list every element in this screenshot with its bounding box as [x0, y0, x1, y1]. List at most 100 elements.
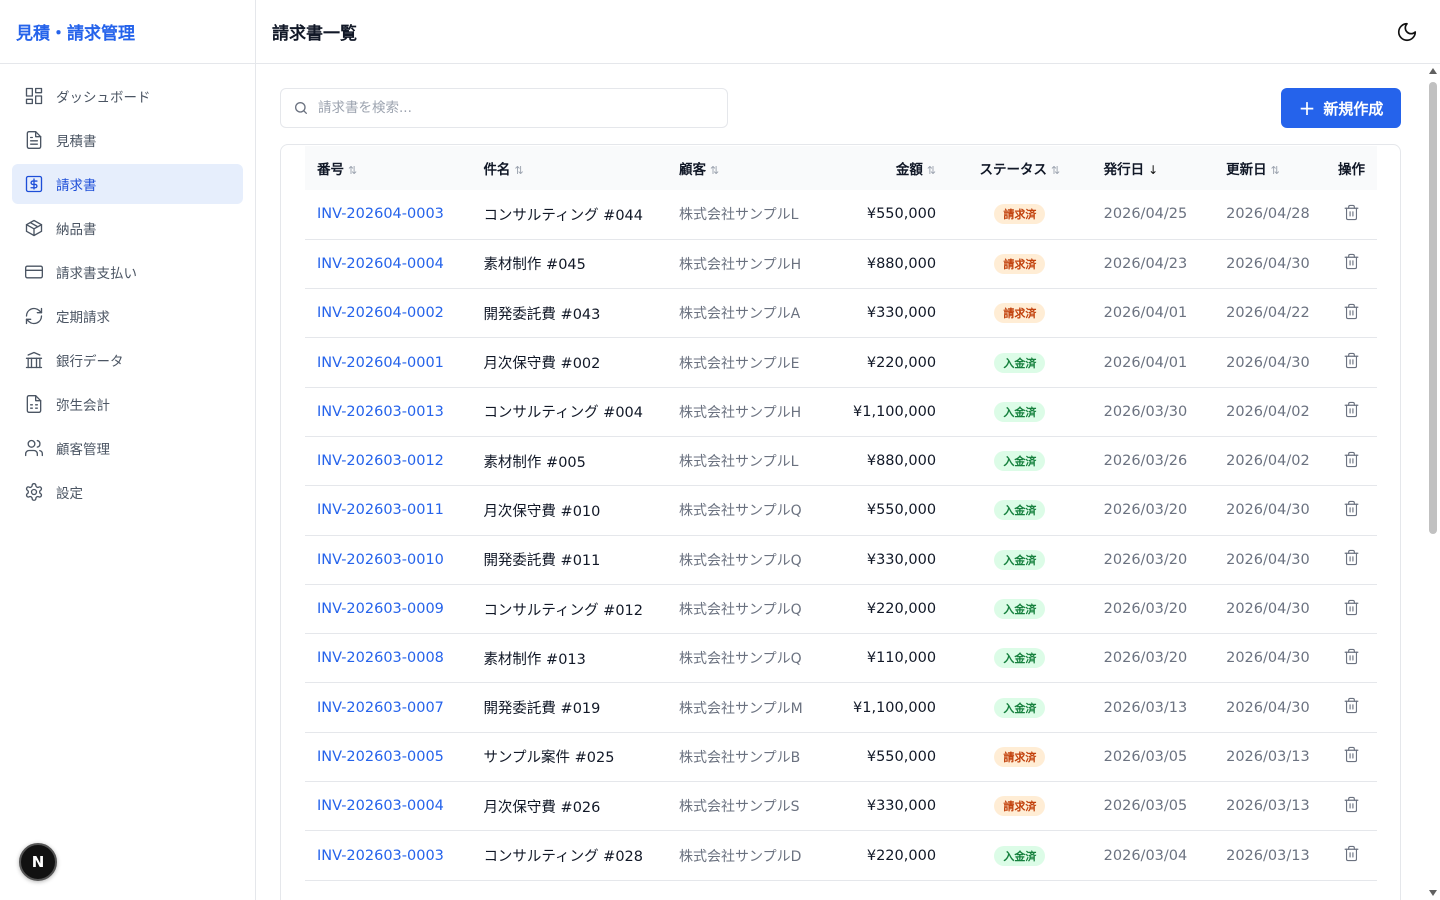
- invoice-number-link[interactable]: INV-202604-0003: [317, 206, 444, 222]
- invoice-client: 株式会社サンプルQ: [679, 552, 802, 569]
- delete-button[interactable]: [1326, 584, 1377, 633]
- dev-tools-badge[interactable]: N: [19, 843, 57, 881]
- sidebar-item-7[interactable]: 弥生会計: [12, 384, 243, 424]
- sidebar-nav: ダッシュボード 見積書 請求書納品書請求書支払い定期請求 銀行データ 弥生会計 顧客管理設…: [0, 64, 255, 528]
- updated-date: 2026/04/30: [1226, 354, 1310, 371]
- invoice-number-link[interactable]: INV-202603-0003: [317, 848, 444, 864]
- spreadsheet-icon: [24, 394, 44, 414]
- col-subject[interactable]: 件名 ⇅: [471, 146, 667, 190]
- delete-button[interactable]: [1326, 782, 1377, 831]
- sidebar-item-3[interactable]: 納品書: [12, 208, 243, 248]
- delete-button[interactable]: [1326, 190, 1377, 239]
- sidebar-item-0[interactable]: ダッシュボード: [12, 76, 243, 116]
- delete-button[interactable]: [1326, 239, 1377, 288]
- sidebar-item-label: 納品書: [56, 222, 97, 238]
- search-input[interactable]: [318, 100, 708, 116]
- invoice-subject: 開発委託費 #043: [483, 306, 601, 323]
- updated-date: 2026/04/30: [1226, 601, 1310, 618]
- invoice-number-link[interactable]: INV-202603-0011: [317, 502, 444, 518]
- delete-button[interactable]: [1326, 683, 1377, 732]
- invoice-table: 番号 ⇅ 件名 ⇅ 顧客 ⇅ 金額 ⇅ ステータス ⇅ 発行日 ↓ 更新日 ⇅ 操作 INV-…: [305, 146, 1377, 881]
- invoice-number-link[interactable]: INV-202604-0004: [317, 256, 444, 272]
- status-badge: 入金済: [994, 451, 1046, 472]
- invoice-subject: 月次保守費 #026: [483, 799, 601, 816]
- table-row: INV-202603-0011 月次保守費 #010 株式会社サンプルQ ¥550,0…: [305, 486, 1377, 536]
- sidebar: 見積・請求管理 ダッシュボード 見積書 請求書納品書請求書支払い定期請求 銀行データ弥…: [0, 0, 256, 900]
- invoice-subject: コンサルティング #004: [483, 405, 644, 422]
- table-row: INV-202603-0013 コンサルティング #004 株式会社サンプルH ¥1,…: [305, 387, 1377, 437]
- scroll-down-arrow[interactable]: [1429, 890, 1437, 896]
- invoice-amount: ¥110,000: [866, 650, 937, 667]
- package-icon: [24, 218, 44, 238]
- invoice-client: 株式会社サンプルE: [679, 355, 800, 372]
- updated-date: 2026/04/30: [1226, 255, 1310, 272]
- invoice-number-link[interactable]: INV-202603-0005: [317, 749, 444, 765]
- invoice-client: 株式会社サンプルB: [679, 749, 801, 766]
- sidebar-item-1[interactable]: 見積書: [12, 120, 243, 160]
- table-row: INV-202603-0009 コンサルティング #012 株式会社サンプルQ ¥22…: [305, 584, 1377, 634]
- scroll-up-arrow[interactable]: [1429, 68, 1437, 74]
- invoice-number-link[interactable]: INV-202603-0013: [317, 404, 444, 420]
- sort-icon: ⇅: [1270, 164, 1280, 177]
- sidebar-item-4[interactable]: 請求書支払い: [12, 252, 243, 292]
- issued-date: 2026/03/05: [1103, 748, 1188, 765]
- invoice-number-link[interactable]: INV-202603-0007: [317, 700, 444, 716]
- scrollbar-thumb[interactable]: [1429, 82, 1437, 534]
- col-status[interactable]: ステータス ⇅: [948, 146, 1092, 190]
- issued-date: 2026/03/20: [1103, 551, 1188, 568]
- delete-button[interactable]: [1326, 732, 1377, 781]
- delete-button[interactable]: [1326, 387, 1377, 436]
- invoice-subject: サンプル案件 #025: [483, 750, 615, 767]
- invoice-number-link[interactable]: INV-202604-0001: [317, 355, 444, 371]
- invoice-subject: 素材制作 #045: [483, 257, 586, 274]
- col-issued[interactable]: 発行日 ↓: [1092, 146, 1214, 190]
- col-actions: 操作: [1338, 162, 1365, 178]
- status-badge: 請求済: [994, 204, 1046, 225]
- invoice-amount: ¥330,000: [866, 798, 937, 815]
- invoice-number-link[interactable]: INV-202604-0002: [317, 305, 444, 321]
- delete-button[interactable]: [1326, 289, 1377, 338]
- table-row: INV-202603-0007 開発委託費 #019 株式会社サンプルM ¥1,100…: [305, 683, 1377, 733]
- invoice-number-link[interactable]: INV-202603-0004: [317, 798, 444, 814]
- sidebar-item-9[interactable]: 設定: [12, 472, 243, 512]
- sort-icon: ⇅: [710, 164, 720, 177]
- table-row: INV-202604-0003 コンサルティング #044 株式会社サンプルL ¥55…: [305, 190, 1377, 240]
- scrollbar[interactable]: [1426, 64, 1440, 900]
- trash-icon: [1344, 845, 1359, 862]
- sidebar-item-8[interactable]: 顧客管理: [12, 428, 243, 468]
- sort-icon: ⇅: [1050, 164, 1061, 177]
- moon-icon[interactable]: [1396, 21, 1418, 43]
- delete-button[interactable]: [1326, 338, 1377, 387]
- invoice-number-link[interactable]: INV-202603-0009: [317, 601, 444, 617]
- sidebar-item-6[interactable]: 銀行データ: [12, 340, 243, 380]
- invoice-number-link[interactable]: INV-202603-0012: [317, 453, 444, 469]
- col-updated[interactable]: 更新日 ⇅: [1214, 146, 1326, 190]
- sidebar-item-5[interactable]: 定期請求: [12, 296, 243, 336]
- new-invoice-button[interactable]: + 新規作成: [1281, 88, 1401, 128]
- col-number[interactable]: 番号 ⇅: [305, 146, 471, 190]
- issued-date: 2026/03/05: [1103, 798, 1188, 815]
- invoice-subject: コンサルティング #028: [483, 849, 644, 865]
- status-badge: 請求済: [994, 746, 1046, 767]
- delete-button[interactable]: [1326, 486, 1377, 535]
- sidebar-item-2[interactable]: 請求書: [12, 164, 243, 204]
- invoice-subject: コンサルティング #012: [483, 602, 644, 619]
- updated-date: 2026/04/02: [1226, 403, 1310, 420]
- invoice-number-link[interactable]: INV-202603-0008: [317, 650, 444, 666]
- updated-date: 2026/04/30: [1226, 551, 1310, 568]
- search-box[interactable]: [280, 88, 728, 128]
- table-row: INV-202604-0002 開発委託費 #043 株式会社サンプルA ¥330,0…: [305, 289, 1377, 338]
- delete-button[interactable]: [1326, 535, 1377, 584]
- delete-button[interactable]: [1326, 634, 1377, 683]
- invoice-subject: 月次保守費 #010: [483, 503, 601, 520]
- issued-date: 2026/03/04: [1103, 847, 1188, 864]
- delete-button[interactable]: [1326, 436, 1377, 485]
- app-title[interactable]: 見積・請求管理: [0, 0, 255, 64]
- col-client[interactable]: 顧客 ⇅: [667, 146, 823, 190]
- delete-button[interactable]: [1326, 831, 1377, 880]
- invoice-client: 株式会社サンプルD: [679, 848, 802, 865]
- invoice-number-link[interactable]: INV-202603-0010: [317, 552, 444, 568]
- col-amount[interactable]: 金額 ⇅: [823, 146, 948, 190]
- sidebar-item-label: 請求書支払い: [56, 266, 137, 282]
- invoice-amount: ¥330,000: [866, 551, 937, 568]
